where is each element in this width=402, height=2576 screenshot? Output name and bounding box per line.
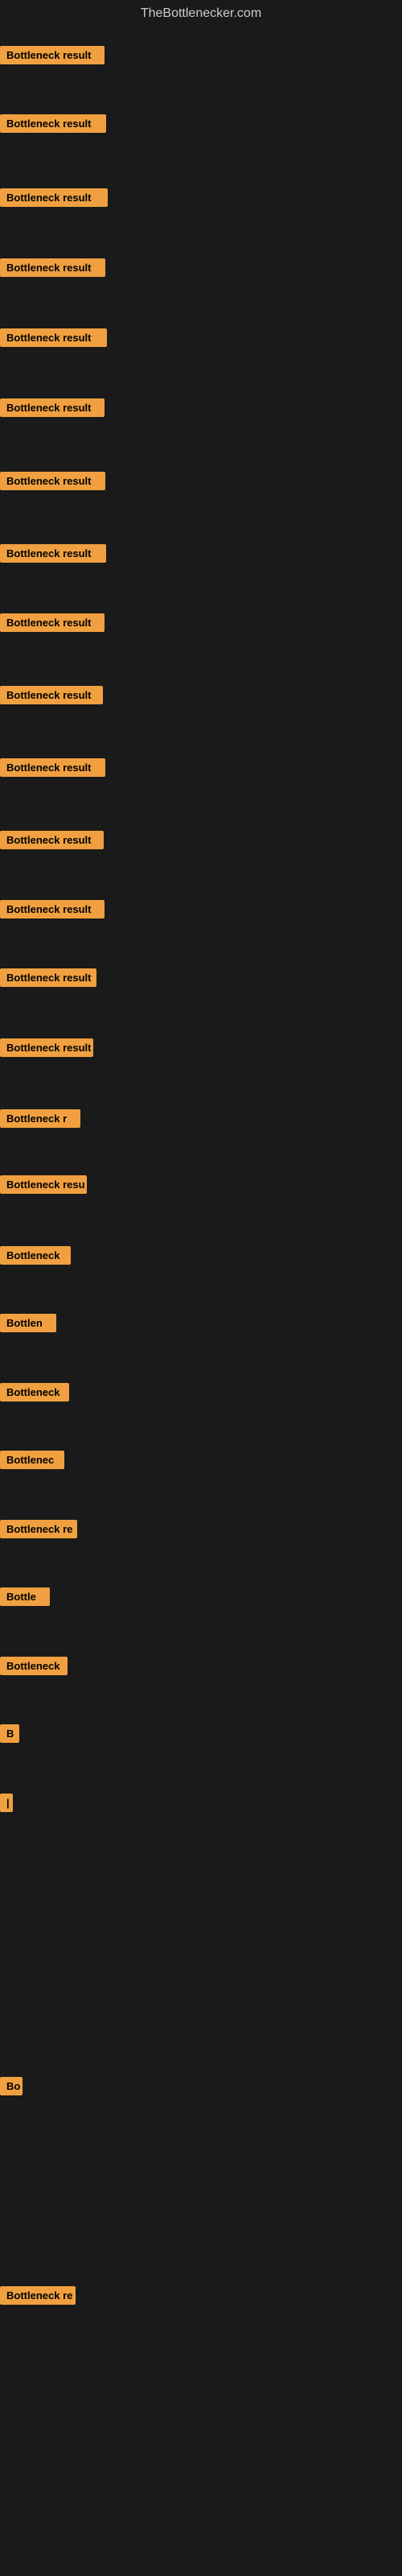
bottleneck-result-item[interactable]: Bottleneck result <box>0 472 105 490</box>
bottleneck-result-item[interactable]: Bottleneck result <box>0 1038 93 1057</box>
bottleneck-result-item[interactable]: Bottlen <box>0 1314 56 1332</box>
bottleneck-result-item[interactable]: Bottleneck result <box>0 328 107 347</box>
bottleneck-result-item[interactable]: Bottleneck <box>0 1657 68 1675</box>
bottleneck-result-item[interactable]: Bottleneck result <box>0 398 105 417</box>
bottleneck-result-item[interactable]: Bottleneck result <box>0 46 105 64</box>
bottleneck-result-item[interactable]: Bottleneck result <box>0 968 96 987</box>
bottleneck-result-item[interactable]: Bottleneck result <box>0 613 105 632</box>
bottleneck-result-item[interactable]: Bottleneck resu <box>0 1175 87 1194</box>
bottleneck-result-item[interactable]: Bottleneck re <box>0 2286 76 2305</box>
bottleneck-result-item[interactable]: Bottleneck <box>0 1246 71 1265</box>
bottleneck-result-item[interactable]: Bottleneck result <box>0 258 105 277</box>
bottleneck-result-item[interactable]: Bottleneck result <box>0 831 104 849</box>
bottleneck-result-item[interactable]: Bottleneck result <box>0 900 105 919</box>
bottleneck-result-item[interactable]: Bottleneck <box>0 1383 69 1402</box>
bottleneck-result-item[interactable]: B <box>0 1724 19 1743</box>
bottleneck-result-item[interactable]: Bottle <box>0 1587 50 1606</box>
bottleneck-result-item[interactable]: Bottlenec <box>0 1451 64 1469</box>
bottleneck-result-item[interactable]: Bottleneck re <box>0 1520 77 1538</box>
bottleneck-result-item[interactable]: Bottleneck result <box>0 544 106 563</box>
bottleneck-result-item[interactable]: Bottleneck r <box>0 1109 80 1128</box>
bottleneck-result-item[interactable]: Bottleneck result <box>0 686 103 704</box>
site-title: TheBottlenecker.com <box>0 0 402 24</box>
bottleneck-result-item[interactable]: | <box>0 1794 13 1812</box>
bottleneck-result-item[interactable]: Bottleneck result <box>0 758 105 777</box>
bottleneck-result-item[interactable]: Bottleneck result <box>0 114 106 133</box>
bottleneck-result-item[interactable]: Bottleneck result <box>0 188 108 207</box>
bottleneck-result-item[interactable]: Bo <box>0 2077 23 2095</box>
